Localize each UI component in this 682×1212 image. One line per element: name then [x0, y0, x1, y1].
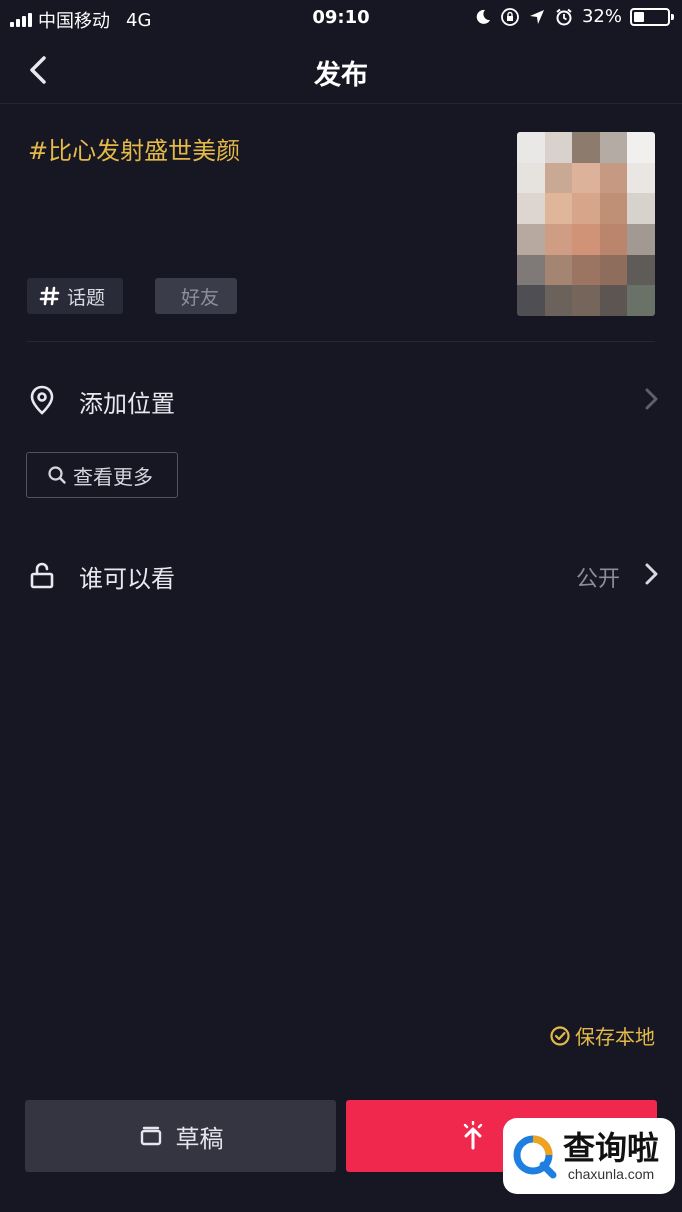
cover-pixel	[599, 254, 628, 286]
topic-chip[interactable]: 话题	[27, 278, 123, 314]
cover-pixel	[572, 254, 600, 286]
location-pin-icon	[30, 385, 54, 415]
watermark-title: 查询啦	[563, 1129, 660, 1167]
caption-input[interactable]: #比心发射盛世美颜	[28, 131, 240, 166]
watermark-text: 查询啦 chaxunla.com	[563, 1130, 659, 1182]
save-local-toggle[interactable]: 保存本地	[549, 1021, 655, 1050]
cover-pixel	[517, 254, 545, 286]
status-bar: 中国移动 4G 09:10 32%	[0, 0, 682, 36]
cover-pixel	[517, 162, 545, 194]
unlock-icon	[30, 562, 54, 589]
upload-arrow-icon	[463, 1121, 483, 1150]
moon-icon	[476, 9, 490, 24]
see-more-button[interactable]: 查看更多	[26, 452, 178, 498]
cover-pixel	[517, 223, 545, 255]
cover-pixel	[544, 193, 573, 224]
cover-thumbnail[interactable]	[517, 132, 655, 316]
cover-pixel	[517, 285, 545, 316]
battery-percent: 32%	[581, 6, 622, 27]
cover-pixel	[544, 223, 573, 255]
divider	[27, 341, 655, 342]
chevron-right-icon	[645, 388, 658, 410]
cover-pixel	[517, 193, 545, 224]
watermark-badge: 查询啦 chaxunla.com	[503, 1118, 675, 1194]
draft-button[interactable]: 草稿	[25, 1100, 336, 1172]
cover-pixel	[572, 193, 600, 224]
cover-pixel	[572, 223, 600, 255]
location-icon	[529, 9, 544, 24]
status-right: 32%	[474, 6, 674, 27]
cover-pixel	[572, 162, 600, 194]
add-location-row[interactable]: 添加位置	[0, 369, 682, 429]
friend-chip[interactable]: 好友	[155, 278, 237, 314]
battery-fill	[634, 11, 644, 22]
cover-pixel	[544, 162, 573, 194]
cover-pixel	[627, 285, 655, 316]
cover-pixel	[572, 132, 600, 163]
cover-pixel	[599, 162, 628, 194]
cover-pixel	[517, 132, 545, 163]
cover-pixel	[544, 132, 573, 163]
cover-pixel	[544, 254, 573, 286]
cover-pixel	[627, 223, 655, 255]
topic-chip-label: 话题	[67, 286, 106, 309]
cover-pixel	[599, 285, 628, 316]
cover-pixel	[627, 193, 655, 224]
visibility-value: 公开	[575, 567, 620, 592]
nav-bar: 发布	[0, 36, 682, 104]
cover-pixel	[599, 132, 628, 163]
battery-icon	[630, 7, 674, 26]
cover-pixel	[572, 285, 600, 316]
search-icon	[48, 466, 66, 484]
alarm-icon	[556, 8, 572, 25]
cover-pixel	[627, 254, 655, 286]
cover-pixel	[599, 193, 628, 224]
orientation-lock-icon	[501, 7, 519, 26]
cover-pixel	[627, 162, 655, 194]
save-local-label: 保存本地	[575, 1025, 655, 1049]
visibility-row[interactable]: 谁可以看 公开	[0, 544, 682, 604]
draft-box-icon	[140, 1126, 161, 1146]
add-location-label: 添加位置	[79, 390, 175, 418]
page-title: 发布	[314, 60, 368, 91]
watermark-url: chaxunla.com	[567, 1166, 655, 1182]
draft-label: 草稿	[175, 1124, 224, 1153]
cover-pixel	[599, 223, 628, 255]
cover-pixel	[544, 285, 573, 316]
friend-chip-label: 好友	[181, 286, 220, 309]
hashtag-icon	[39, 286, 60, 306]
magnifier-logo-icon	[513, 1135, 557, 1179]
cover-pixel	[627, 132, 655, 163]
visibility-label: 谁可以看	[79, 565, 175, 593]
see-more-label: 查看更多	[73, 464, 153, 489]
chevron-right-icon	[645, 563, 658, 585]
check-circle-icon	[550, 1025, 570, 1046]
